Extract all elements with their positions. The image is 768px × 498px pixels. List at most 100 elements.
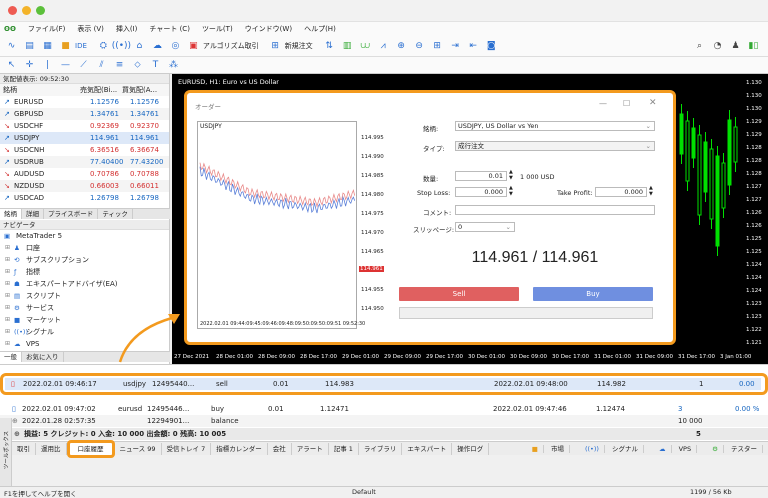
chart-shift-icon[interactable]: ⇤ [467, 40, 480, 53]
vps-link[interactable]: ☁ VPS [649, 443, 702, 455]
market-link[interactable]: ■ 市場 [522, 443, 575, 455]
tick-chart[interactable]: USDJPY 2022.02.01 09:44:09:45:09:46:09:4… [197, 121, 365, 329]
stop-loss-stepper-icon[interactable]: ▲ ▼ [509, 185, 513, 197]
community-icon[interactable]: ◎ [169, 40, 182, 53]
market-icon[interactable]: ⌂ [133, 40, 146, 53]
screenshot-icon[interactable]: ◙ [485, 40, 498, 53]
menu-insert[interactable]: 挿入(I) [116, 24, 138, 34]
tab-experts[interactable]: エキスパート [402, 442, 453, 455]
table-row[interactable]: ▯ 2022.02.01 09:47:02 eurusd 12495446... buy… [0, 403, 768, 415]
tab-alerts[interactable]: アラート [292, 442, 329, 455]
tab-news[interactable]: ニュース 99 [115, 442, 162, 455]
shapes-icon[interactable]: ⬦ [131, 59, 144, 72]
tab-library[interactable]: ライブラリ [359, 442, 403, 455]
expand-icon[interactable]: ⊞ [5, 314, 10, 326]
ide-button[interactable]: IDE [75, 42, 87, 50]
navigator-item[interactable]: ⊞ ƒ 指標 [0, 266, 169, 278]
channel-icon[interactable]: ⫽ [95, 59, 108, 72]
take-profit-stepper-icon[interactable]: ▲ ▼ [649, 185, 653, 197]
close-icon[interactable]: ✕ [649, 98, 657, 108]
arrows-icon[interactable]: ⁂ [167, 59, 180, 72]
metaeditor-icon[interactable]: ■ [59, 40, 72, 53]
zoom-in-icon[interactable]: ⊕ [395, 40, 408, 53]
buy-button[interactable]: Buy [533, 287, 653, 301]
stop-loss-input[interactable]: 0.000 [455, 187, 507, 197]
maximize-window-button[interactable] [36, 6, 45, 15]
search-icon[interactable]: ⌕ [693, 40, 706, 53]
table-row[interactable]: ▯ 2022.02.01 09:46:17 usdjpy 12495440...… [5, 378, 761, 390]
table-row[interactable]: ↘ AUDUSD 0.70786 0.70788 [0, 168, 169, 180]
line-chart-icon[interactable]: ⩘ [377, 40, 390, 53]
algo-trading-button[interactable]: アルゴリズム取引 [203, 41, 259, 51]
table-row[interactable]: ↗ USDJPY 114.961 114.961 [0, 132, 169, 144]
expand-icon[interactable]: ⊞ [5, 254, 10, 266]
menu-window[interactable]: ウインドウ(W) [245, 24, 292, 34]
profiles-icon[interactable]: ▦ [41, 40, 54, 53]
zoom-out-icon[interactable]: ⊖ [413, 40, 426, 53]
tab-mailbox[interactable]: 受信トレイ 7 [162, 442, 212, 455]
expand-icon[interactable]: ⊞ [5, 278, 10, 290]
text-icon[interactable]: T [149, 59, 162, 72]
table-row[interactable]: ↗ USDCAD 1.26798 1.26798 [0, 192, 169, 204]
chart-type-icon[interactable]: ∿ [5, 40, 18, 53]
table-row[interactable]: ↗ USDRUB 77.40400 77.43200 [0, 156, 169, 168]
expand-icon[interactable]: ⊞ [5, 338, 10, 350]
vps-icon[interactable]: ⛭ [97, 40, 110, 53]
signals-icon[interactable]: ((•)) [112, 40, 131, 53]
menu-view[interactable]: 表示 (V) [77, 24, 103, 34]
close-window-button[interactable] [8, 6, 17, 15]
navigator-item[interactable]: ▣ MetaTrader 5 [0, 230, 169, 242]
cursor-icon[interactable]: ↖ [5, 59, 18, 72]
crosshair-icon[interactable]: ✛ [23, 59, 36, 72]
expand-icon[interactable]: ⊞ [5, 326, 10, 338]
column-bid[interactable]: 売気配(Bi... [80, 84, 117, 96]
volume-input[interactable]: 0.01 [455, 171, 507, 181]
tester-link[interactable]: ⚙ テスター [702, 443, 768, 455]
tab-price-board[interactable]: プライスボード [44, 209, 99, 219]
tab-company[interactable]: 会社 [268, 442, 292, 455]
symbol-select[interactable]: USDJPY, US Dollar vs Yen ⌄ [455, 121, 655, 131]
menu-tools[interactable]: ツール(T) [202, 24, 233, 34]
templates-icon[interactable]: ▤ [23, 40, 36, 53]
bars-icon[interactable]: ▥ [341, 40, 354, 53]
navigator-item[interactable]: ⊞ ☗ エキスパートアドバイザ(EA) [0, 278, 169, 290]
navigator-item[interactable]: ⊞ ♟ 口座 [0, 242, 169, 254]
tab-symbols[interactable]: 銘柄 [0, 209, 22, 219]
tab-journal[interactable]: 操作ログ [452, 442, 490, 455]
tab-exposure[interactable]: 運用比 [36, 442, 67, 455]
column-ask[interactable]: 買気配(A... [122, 84, 157, 96]
candles-icon[interactable]: ⩊ [359, 40, 372, 53]
tab-trade[interactable]: 取引 [12, 442, 36, 455]
table-row[interactable]: ↘ USDCNH 6.36516 6.36674 [0, 144, 169, 156]
expand-icon[interactable]: ⊞ [5, 290, 10, 302]
menu-file[interactable]: ファイル(F) [28, 24, 66, 34]
cloud-icon[interactable]: ☁ [151, 40, 164, 53]
depth-icon[interactable]: ⇅ [323, 40, 336, 53]
volume-stepper-icon[interactable]: ▲ ▼ [509, 169, 513, 181]
fibonacci-icon[interactable]: ≡ [113, 59, 126, 72]
table-row[interactable]: ⊕ 2022.01.28 02:57:35 12294901... balance 10… [0, 415, 768, 427]
comment-input[interactable] [455, 205, 655, 215]
signals-link[interactable]: ((•)) シグナル [575, 443, 649, 455]
expand-icon[interactable]: ⊞ [5, 242, 10, 254]
account-icon[interactable]: ♟ [729, 40, 742, 53]
menu-help[interactable]: ヘルプ(H) [304, 24, 336, 34]
navigator-item[interactable]: ⊞ ⟲ サブスクリプション [0, 254, 169, 266]
menu-chart[interactable]: チャート (C) [149, 24, 190, 34]
connection-icon[interactable]: ▮▯ [747, 40, 760, 53]
notifications-icon[interactable]: ◔ [711, 40, 724, 53]
algo-trading-icon[interactable]: ▣ [187, 40, 200, 53]
grid-icon[interactable]: ⊞ [431, 40, 444, 53]
order-type-select[interactable]: 成行注文 ⌄ [455, 141, 655, 151]
tab-general[interactable]: 一般 [0, 352, 22, 362]
minimize-icon[interactable]: — [599, 99, 607, 108]
table-row[interactable]: ↘ USDCHF 0.92369 0.92370 [0, 120, 169, 132]
horizontal-line-icon[interactable]: — [59, 59, 72, 72]
new-order-icon[interactable]: ⊞ [269, 40, 282, 53]
column-symbol[interactable]: 銘柄 [3, 84, 17, 96]
tab-favorites[interactable]: お気に入り [22, 352, 64, 362]
minimize-window-button[interactable] [22, 6, 31, 15]
expand-icon[interactable]: ⊞ [5, 266, 10, 278]
tab-details[interactable]: 詳細 [22, 209, 44, 219]
vertical-line-icon[interactable]: | [41, 59, 54, 72]
